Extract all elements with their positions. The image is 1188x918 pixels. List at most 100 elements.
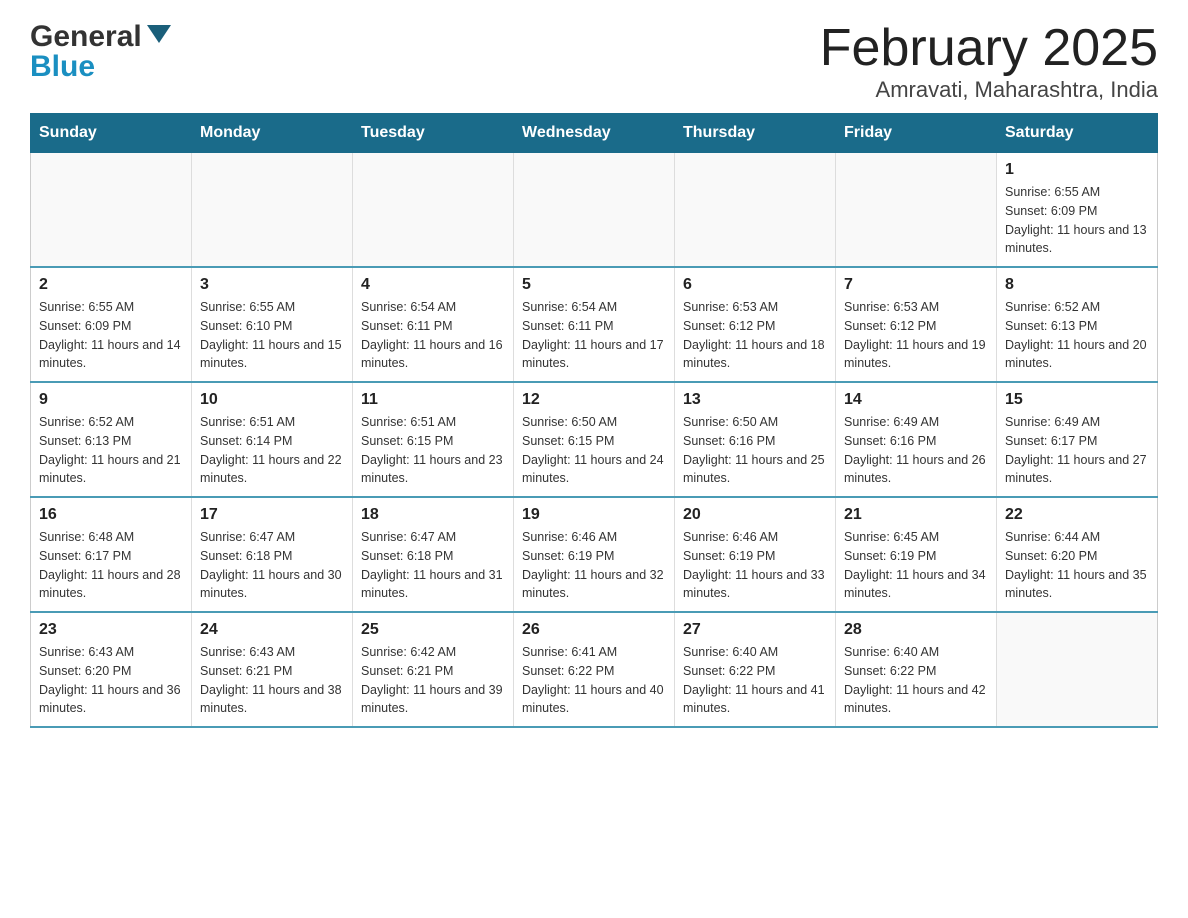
- day-info: Sunrise: 6:55 AMSunset: 6:10 PMDaylight:…: [200, 298, 344, 373]
- day-info: Sunrise: 6:50 AMSunset: 6:15 PMDaylight:…: [522, 413, 666, 488]
- day-number: 7: [844, 276, 988, 294]
- day-info: Sunrise: 6:44 AMSunset: 6:20 PMDaylight:…: [1005, 528, 1149, 603]
- page-title: February 2025: [820, 20, 1158, 77]
- day-number: 12: [522, 391, 666, 409]
- calendar-cell: 1 Sunrise: 6:55 AMSunset: 6:09 PMDaylight…: [997, 153, 1158, 268]
- calendar-cell: 17 Sunrise: 6:47 AMSunset: 6:18 PMDayligh…: [192, 497, 353, 612]
- day-info: Sunrise: 6:49 AMSunset: 6:16 PMDaylight:…: [844, 413, 988, 488]
- day-info: Sunrise: 6:51 AMSunset: 6:15 PMDaylight:…: [361, 413, 505, 488]
- calendar-week-row: 2 Sunrise: 6:55 AMSunset: 6:09 PMDaylight…: [31, 267, 1158, 382]
- col-wednesday: Wednesday: [514, 114, 675, 153]
- day-number: 6: [683, 276, 827, 294]
- day-info: Sunrise: 6:41 AMSunset: 6:22 PMDaylight:…: [522, 643, 666, 718]
- day-number: 27: [683, 621, 827, 639]
- logo-arrow-icon: [147, 25, 171, 43]
- calendar-cell: 21 Sunrise: 6:45 AMSunset: 6:19 PMDayligh…: [836, 497, 997, 612]
- calendar-cell: 19Sunrise: 6:46 AMSunset: 6:19 PMDayligh…: [514, 497, 675, 612]
- calendar-header: Sunday Monday Tuesday Wednesday Thursday…: [31, 114, 1158, 153]
- calendar-week-row: 1 Sunrise: 6:55 AMSunset: 6:09 PMDaylight…: [31, 153, 1158, 268]
- calendar-body: 1 Sunrise: 6:55 AMSunset: 6:09 PMDaylight…: [31, 153, 1158, 728]
- day-number: 11: [361, 391, 505, 409]
- calendar-week-row: 9Sunrise: 6:52 AMSunset: 6:13 PMDaylight…: [31, 382, 1158, 497]
- day-number: 1: [1005, 161, 1149, 179]
- logo-general-text: General: [30, 20, 142, 54]
- col-saturday: Saturday: [997, 114, 1158, 153]
- calendar-cell: 28 Sunrise: 6:40 AMSunset: 6:22 PMDayligh…: [836, 612, 997, 727]
- calendar-cell: 25Sunrise: 6:42 AMSunset: 6:21 PMDayligh…: [353, 612, 514, 727]
- day-info: Sunrise: 6:55 AMSunset: 6:09 PMDaylight:…: [39, 298, 183, 373]
- day-number: 5: [522, 276, 666, 294]
- day-info: Sunrise: 6:51 AMSunset: 6:14 PMDaylight:…: [200, 413, 344, 488]
- calendar-cell: 18 Sunrise: 6:47 AMSunset: 6:18 PMDayligh…: [353, 497, 514, 612]
- day-number: 20: [683, 506, 827, 524]
- day-info: Sunrise: 6:46 AMSunset: 6:19 PMDaylight:…: [683, 528, 827, 603]
- calendar-cell: 24 Sunrise: 6:43 AMSunset: 6:21 PMDayligh…: [192, 612, 353, 727]
- calendar-cell: [192, 153, 353, 268]
- col-monday: Monday: [192, 114, 353, 153]
- day-info: Sunrise: 6:54 AMSunset: 6:11 PMDaylight:…: [361, 298, 505, 373]
- day-number: 16: [39, 506, 183, 524]
- header-row: Sunday Monday Tuesday Wednesday Thursday…: [31, 114, 1158, 153]
- day-info: Sunrise: 6:46 AMSunset: 6:19 PMDaylight:…: [522, 528, 666, 603]
- day-number: 26: [522, 621, 666, 639]
- day-number: 10: [200, 391, 344, 409]
- calendar-cell: 14 Sunrise: 6:49 AMSunset: 6:16 PMDayligh…: [836, 382, 997, 497]
- calendar-cell: 9Sunrise: 6:52 AMSunset: 6:13 PMDaylight…: [31, 382, 192, 497]
- day-number: 23: [39, 621, 183, 639]
- day-number: 24: [200, 621, 344, 639]
- day-number: 3: [200, 276, 344, 294]
- day-number: 13: [683, 391, 827, 409]
- calendar-week-row: 16 Sunrise: 6:48 AMSunset: 6:17 PMDayligh…: [31, 497, 1158, 612]
- day-number: 15: [1005, 391, 1149, 409]
- calendar-week-row: 23Sunrise: 6:43 AMSunset: 6:20 PMDayligh…: [31, 612, 1158, 727]
- day-info: Sunrise: 6:48 AMSunset: 6:17 PMDaylight:…: [39, 528, 183, 603]
- day-number: 21: [844, 506, 988, 524]
- calendar-cell: 22 Sunrise: 6:44 AMSunset: 6:20 PMDayligh…: [997, 497, 1158, 612]
- title-block: February 2025 Amravati, Maharashtra, Ind…: [820, 20, 1158, 103]
- day-info: Sunrise: 6:53 AMSunset: 6:12 PMDaylight:…: [844, 298, 988, 373]
- page-header: General Blue February 2025 Amravati, Mah…: [30, 20, 1158, 103]
- day-number: 18: [361, 506, 505, 524]
- calendar-cell: 26 Sunrise: 6:41 AMSunset: 6:22 PMDayligh…: [514, 612, 675, 727]
- calendar-cell: 13 Sunrise: 6:50 AMSunset: 6:16 PMDayligh…: [675, 382, 836, 497]
- day-info: Sunrise: 6:50 AMSunset: 6:16 PMDaylight:…: [683, 413, 827, 488]
- day-info: Sunrise: 6:43 AMSunset: 6:21 PMDaylight:…: [200, 643, 344, 718]
- calendar-cell: 7 Sunrise: 6:53 AMSunset: 6:12 PMDaylight…: [836, 267, 997, 382]
- col-tuesday: Tuesday: [353, 114, 514, 153]
- calendar-cell: [353, 153, 514, 268]
- day-number: 17: [200, 506, 344, 524]
- day-number: 14: [844, 391, 988, 409]
- day-number: 22: [1005, 506, 1149, 524]
- calendar-cell: 4Sunrise: 6:54 AMSunset: 6:11 PMDaylight…: [353, 267, 514, 382]
- logo: General Blue: [30, 20, 171, 84]
- day-info: Sunrise: 6:40 AMSunset: 6:22 PMDaylight:…: [844, 643, 988, 718]
- col-thursday: Thursday: [675, 114, 836, 153]
- calendar-cell: 23Sunrise: 6:43 AMSunset: 6:20 PMDayligh…: [31, 612, 192, 727]
- col-sunday: Sunday: [31, 114, 192, 153]
- page-subtitle: Amravati, Maharashtra, India: [820, 77, 1158, 103]
- calendar-cell: 3 Sunrise: 6:55 AMSunset: 6:10 PMDaylight…: [192, 267, 353, 382]
- calendar-cell: [836, 153, 997, 268]
- day-info: Sunrise: 6:40 AMSunset: 6:22 PMDaylight:…: [683, 643, 827, 718]
- day-info: Sunrise: 6:53 AMSunset: 6:12 PMDaylight:…: [683, 298, 827, 373]
- day-info: Sunrise: 6:42 AMSunset: 6:21 PMDaylight:…: [361, 643, 505, 718]
- calendar-table: Sunday Monday Tuesday Wednesday Thursday…: [30, 113, 1158, 728]
- calendar-cell: 27 Sunrise: 6:40 AMSunset: 6:22 PMDayligh…: [675, 612, 836, 727]
- day-info: Sunrise: 6:47 AMSunset: 6:18 PMDaylight:…: [200, 528, 344, 603]
- calendar-cell: [675, 153, 836, 268]
- calendar-cell: [31, 153, 192, 268]
- calendar-cell: 15Sunrise: 6:49 AMSunset: 6:17 PMDayligh…: [997, 382, 1158, 497]
- calendar-cell: 12 Sunrise: 6:50 AMSunset: 6:15 PMDayligh…: [514, 382, 675, 497]
- calendar-cell: [997, 612, 1158, 727]
- calendar-cell: 2 Sunrise: 6:55 AMSunset: 6:09 PMDaylight…: [31, 267, 192, 382]
- day-info: Sunrise: 6:47 AMSunset: 6:18 PMDaylight:…: [361, 528, 505, 603]
- day-info: Sunrise: 6:45 AMSunset: 6:19 PMDaylight:…: [844, 528, 988, 603]
- day-number: 28: [844, 621, 988, 639]
- calendar-cell: 16 Sunrise: 6:48 AMSunset: 6:17 PMDayligh…: [31, 497, 192, 612]
- day-number: 9: [39, 391, 183, 409]
- calendar-cell: [514, 153, 675, 268]
- day-number: 2: [39, 276, 183, 294]
- day-info: Sunrise: 6:55 AMSunset: 6:09 PMDaylight:…: [1005, 183, 1149, 258]
- day-number: 8: [1005, 276, 1149, 294]
- calendar-cell: 5Sunrise: 6:54 AMSunset: 6:11 PMDaylight…: [514, 267, 675, 382]
